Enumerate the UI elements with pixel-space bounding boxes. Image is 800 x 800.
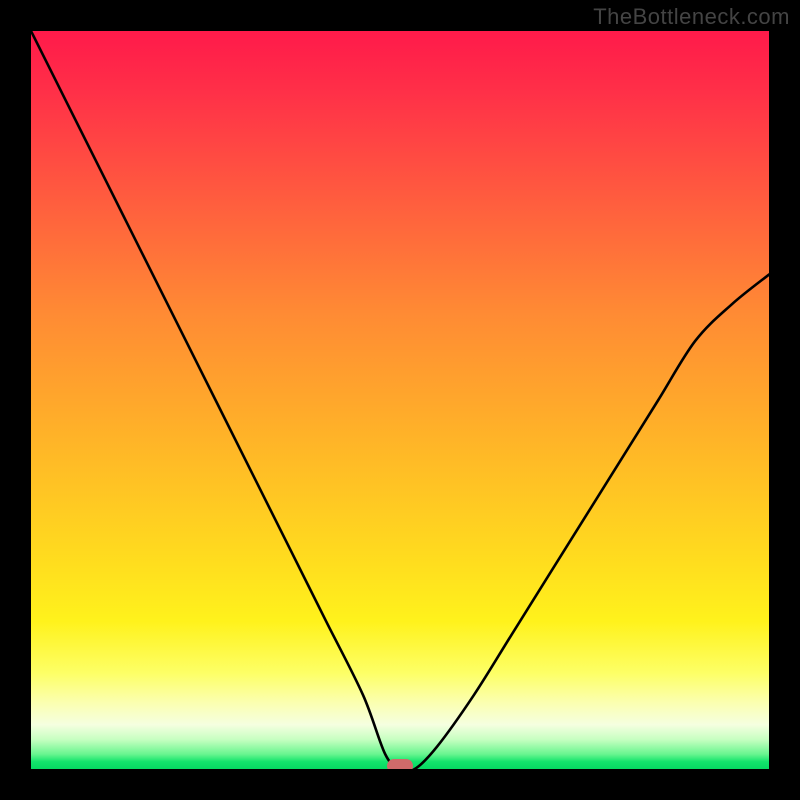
optimal-point-marker [387, 759, 413, 769]
bottleneck-curve [31, 31, 769, 769]
plot-area [31, 31, 769, 769]
curve-path [31, 31, 769, 769]
chart-frame: TheBottleneck.com [0, 0, 800, 800]
watermark-text: TheBottleneck.com [593, 4, 790, 30]
